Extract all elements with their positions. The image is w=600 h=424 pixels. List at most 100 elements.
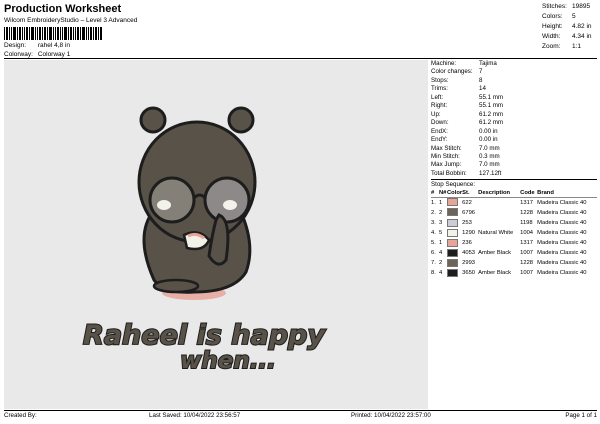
stitch-count: 236 [462,240,472,247]
thread-description: Amber Black [478,270,511,277]
last-saved: Last Saved: 10/04/2022 23:56:57 [149,412,241,419]
info-row: Max Stitch: 7.0 mm [431,144,500,152]
color-swatch [447,208,462,218]
thread-brand: Madeira Classic 40 [537,199,587,206]
design-preview: Raheel is happy when... [4,60,428,409]
swatch-box [447,259,458,268]
table-row: 3. 3 253 1198 Madeira Classic 40 [431,218,597,229]
stitch-count: 2993 [462,260,476,267]
thread-brand: Madeira Classic 40 [537,209,587,216]
row-number: 6. [431,250,436,257]
row-number: 3. [431,219,436,226]
design-label: Design: [4,42,27,49]
thread-brand: Madeira Classic 40 [537,240,587,247]
thread-description: Natural White [478,229,514,236]
row-number: 2. [431,209,436,216]
table-header-row: # N# Color St. Description Code Brand [431,189,597,199]
colorway-label: Colorway: [4,51,33,58]
table-row: 6. 4 4053 Amber Black 1007 Madeira Classic 40 [431,248,597,259]
color-swatch [447,198,462,209]
needle-number: 3 [439,219,443,226]
panel-divider [431,179,597,181]
stat-row: Colors: 5 [542,13,576,20]
thread-brand: Madeira Classic 40 [537,229,587,236]
needle-number: 4 [439,250,443,257]
left-cheek [157,200,171,210]
thread-code: 1007 [520,270,534,277]
info-row: Down: 61.2 mm [431,119,504,127]
thread-description: Amber Black [478,250,511,257]
thread-code: 1004 [520,229,534,236]
color-swatch [447,238,462,249]
needle-number: 5 [439,229,443,236]
table-row: 7. 2 2993 1228 Madeira Classic 40 [431,259,597,269]
stat-row: Stitches: 19895 [542,3,591,10]
row-number: 7. [431,260,436,267]
table-row: 8. 4 3650 Amber Black 1007 Madeira Classic 40 [431,269,597,279]
info-row: Right: 55.1 mm [431,102,504,110]
thread-code: 1007 [520,250,534,257]
bear-foot [152,278,200,294]
left-ear [139,106,167,134]
thread-brand: Madeira Classic 40 [537,250,587,257]
info-row: Trims: 14 [431,85,486,93]
color-swatch [447,269,462,279]
footer-divider [4,410,597,411]
table-row: 2. 2 6796 1228 Madeira Classic 40 [431,208,597,218]
colorway-row: Colorway: Colorway 1 [4,51,70,58]
stitch-count: 253 [462,219,472,226]
table-row: 4. 5 1290 Natural White 1004 Madeira Classic … [431,228,597,239]
stop-sequence-table: # N# Color St. Description Code Brand 1.… [431,189,597,279]
info-row: EndX: 0.00 in [431,127,498,135]
thread-description [478,208,520,218]
thread-description [478,239,520,249]
swatch-box [447,238,458,247]
thread-code: 1317 [520,199,534,206]
info-row: Total Bobbin: 127.12ft [431,169,502,177]
thread-description [478,259,520,269]
swatch-box [447,269,458,278]
machine-info-panel: Machine: Tajima Color changes: 7 Stops: 8 T… [431,60,597,279]
stat-row: Zoom: 1:1 [542,43,582,50]
embroidery-artwork: Raheel is happy when... [82,106,327,375]
stitch-count: 622 [462,199,472,206]
table-row: 5. 1 236 1317 Madeira Classic 40 [431,238,597,249]
needle-number: 2 [439,209,443,216]
thread-code: 1198 [520,219,533,226]
barcode [4,27,102,40]
right-cheek [223,200,237,210]
needle-number: 4 [439,270,443,277]
swatch-box [447,218,458,227]
colorway-value: Colorway 1 [37,51,71,58]
thread-code: 1228 [520,209,534,216]
swatch-box [447,228,458,237]
thread-brand: Madeira Classic 40 [537,219,587,226]
color-swatch [447,218,462,229]
caption-line-1: Raheel is happy [83,320,326,351]
row-number: 1. [431,199,436,206]
stitch-count: 6796 [462,209,476,216]
color-swatch [447,228,462,239]
left-lens [148,176,196,224]
color-swatch [447,259,462,269]
thread-description [478,219,520,229]
thread-code: 1317 [520,240,534,247]
table-row: 1. 1 622 1317 Madeira Classic 40 [431,198,597,209]
printed-date: Printed: 10/04/2022 23:57:00 [351,412,431,419]
needle-number: 2 [439,260,443,267]
summary-stats: Stitches: 19895 Colors: 5 Height: 4.82 in W… [542,2,596,52]
page-title: Production Worksheet [4,3,122,15]
stat-row: Height: 4.82 in [542,23,592,30]
page-number: Page 1 of 1 [565,412,597,419]
design-row: Design: rahel 4,8 in [4,42,70,49]
color-swatch [447,248,462,259]
needle-number: 1 [439,199,443,206]
software-name: Wilcom EmbroideryStudio – Level 3 Advanc… [4,17,138,24]
swatch-box [447,248,458,257]
needle-number: 1 [439,240,443,247]
info-row: Up: 61.2 mm [431,110,504,118]
thread-description [478,198,520,209]
header-divider [4,58,597,59]
info-row: Color changes: 7 [431,68,483,76]
swatch-box [447,198,458,207]
